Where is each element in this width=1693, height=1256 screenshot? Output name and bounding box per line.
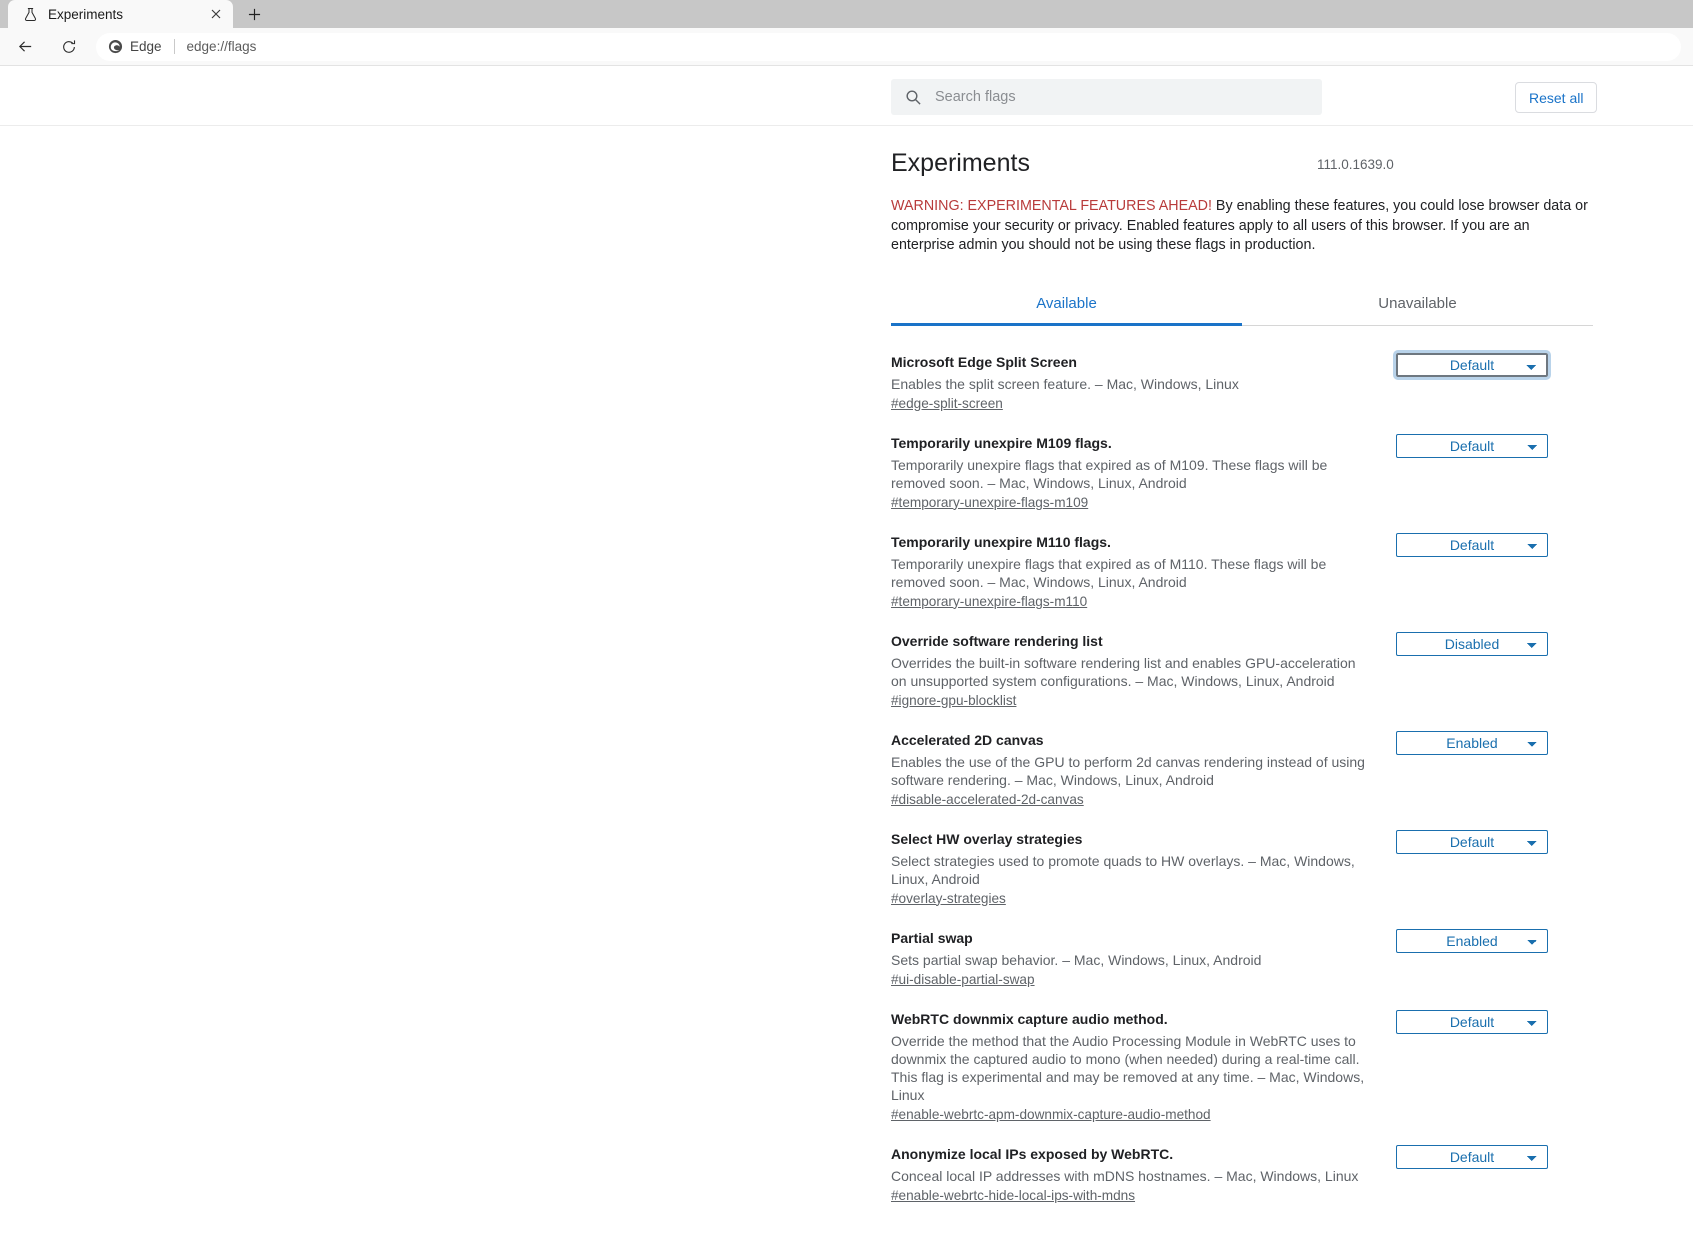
warning-lead: WARNING: EXPERIMENTAL FEATURES AHEAD! [891,198,1212,214]
tab-strip: Experiments [0,0,1693,28]
omnibox-brand-label: Edge [130,39,162,54]
tab-title: Experiments [48,6,124,22]
flag-value-select[interactable]: DefaultEnabledDisabled [1396,532,1548,557]
flag-info: WebRTC downmix capture audio method. Over… [891,1010,1396,1124]
flag-info: Override software rendering list Override… [891,632,1396,710]
omnibox-url: edge://flags [186,39,257,54]
flags-header-bar: Reset all [0,66,1693,126]
flag-info: Select HW overlay strategies Select strat… [891,830,1396,908]
flag-anchor-link[interactable]: #enable-webrtc-apm-downmix-capture-audio… [891,1107,1211,1122]
search-icon [905,89,922,106]
flag-value-select[interactable]: DefaultEnabledDisabled [1396,928,1548,953]
flag-anchor-link[interactable]: #enable-webrtc-hide-local-ips-with-mdns [891,1188,1135,1203]
browser-tab[interactable]: Experiments [8,0,233,28]
flags-content: Experiments 111.0.1639.0 WARNING: EXPERI… [891,126,1593,1205]
flag-name: Temporarily unexpire M109 flags. [891,434,1112,451]
flag-description: Conceal local IP addresses with mDNS hos… [891,1167,1359,1184]
flag-value-select[interactable]: DefaultEnabledDisabled [1396,1009,1548,1034]
reset-all-button[interactable]: Reset all [1515,82,1598,113]
flag-tabs: Available Unavailable [891,284,1593,326]
flag-control: DefaultEnabledDisabled [1396,1009,1548,1034]
reload-icon[interactable] [54,32,84,62]
flag-description: Select strategies used to promote quads … [891,852,1355,887]
search-flags-box[interactable] [891,79,1322,115]
flag-anchor-link[interactable]: #disable-accelerated-2d-canvas [891,792,1084,807]
flag-row: Microsoft Edge Split Screen Enables the s… [891,332,1593,413]
tab-available[interactable]: Available [891,284,1242,326]
close-icon[interactable] [207,5,225,23]
flag-info: Microsoft Edge Split Screen Enables the s… [891,353,1396,413]
back-arrow-icon[interactable] [10,32,40,62]
new-tab-button[interactable] [237,0,271,28]
flag-info: Temporarily unexpire M110 flags. Temporar… [891,533,1396,611]
flag-name: Override software rendering list [891,632,1103,649]
flag-description: Temporarily unexpire flags that expired … [891,456,1328,491]
flag-row: Accelerated 2D canvas Enables the use of … [891,710,1593,809]
flag-description: Sets partial swap behavior. – Mac, Windo… [891,951,1262,968]
flags-page: Reset all Experiments 111.0.1639.0 WARNI… [0,66,1693,1256]
omnibox-divider [173,39,175,54]
flag-control: DefaultEnabledDisabled [1396,928,1548,953]
address-bar[interactable]: Edge edge://flags [96,32,1681,61]
flag-control: DefaultEnabledDisabled [1393,349,1551,380]
flag-description: Temporarily unexpire flags that expired … [891,555,1327,590]
flag-anchor-link[interactable]: #temporary-unexpire-flags-m110 [891,594,1087,609]
flag-name: Accelerated 2D canvas [891,731,1044,748]
flag-name: WebRTC downmix capture audio method. [891,1010,1168,1027]
version-label: 111.0.1639.0 [1316,157,1394,172]
flag-name: Partial swap [891,929,973,946]
browser-chrome: Experiments Edge edge://flags [0,0,1693,66]
edge-logo-icon: Edge [108,39,162,54]
flag-info: Partial swap Sets partial swap behavior. … [891,929,1396,989]
flag-row: Anonymize local IPs exposed by WebRTC. Co… [891,1124,1593,1205]
flag-value-select[interactable]: DefaultEnabledDisabled [1396,1144,1548,1169]
flag-description: Override the method that the Audio Proce… [891,1032,1365,1103]
flag-row: WebRTC downmix capture audio method. Over… [891,989,1593,1124]
flag-anchor-link[interactable]: #overlay-strategies [891,891,1006,906]
flag-control: DefaultEnabledDisabled [1396,730,1548,755]
flag-anchor-link[interactable]: #temporary-unexpire-flags-m109 [891,495,1088,510]
flag-control: DefaultEnabledDisabled [1396,532,1548,557]
flag-info: Anonymize local IPs exposed by WebRTC. Co… [891,1145,1396,1205]
warning-block: WARNING: EXPERIMENTAL FEATURES AHEAD! By… [891,197,1591,256]
flag-value-select[interactable]: DefaultEnabledDisabled [1396,829,1548,854]
flag-name: Anonymize local IPs exposed by WebRTC. [891,1145,1174,1162]
flag-name: Select HW overlay strategies [891,830,1083,847]
flag-name: Temporarily unexpire M110 flags. [891,533,1111,550]
flag-info: Accelerated 2D canvas Enables the use of … [891,731,1396,809]
flag-name: Microsoft Edge Split Screen [891,353,1077,370]
flag-control: DefaultEnabledDisabled [1396,1144,1548,1169]
flask-icon [22,6,38,22]
page-title: Experiments [891,149,1030,177]
flag-description: Enables the use of the GPU to perform 2d… [891,753,1365,788]
flag-anchor-link[interactable]: #ignore-gpu-blocklist [891,693,1016,708]
flag-value-select[interactable]: DefaultEnabledDisabled [1396,631,1548,656]
flag-value-select[interactable]: DefaultEnabledDisabled [1393,349,1551,380]
flag-row: Temporarily unexpire M110 flags. Temporar… [891,512,1593,611]
flag-control: DefaultEnabledDisabled [1396,829,1548,854]
tab-unavailable[interactable]: Unavailable [1242,284,1593,325]
flag-anchor-link[interactable]: #edge-split-screen [891,396,1003,411]
flag-row: Override software rendering list Override… [891,611,1593,710]
browser-toolbar: Edge edge://flags [0,28,1693,66]
flag-list: Microsoft Edge Split Screen Enables the s… [891,332,1593,1205]
flag-row: Temporarily unexpire M109 flags. Temporar… [891,413,1593,512]
flag-info: Temporarily unexpire M109 flags. Temporar… [891,434,1396,512]
flag-anchor-link[interactable]: #ui-disable-partial-swap [891,972,1035,987]
flag-control: DefaultEnabledDisabled [1396,631,1548,656]
search-input[interactable] [935,89,1308,105]
title-row: Experiments 111.0.1639.0 [891,126,1593,178]
flag-row: Partial swap Sets partial swap behavior. … [891,908,1593,989]
flag-row: Select HW overlay strategies Select strat… [891,809,1593,908]
flag-control: DefaultEnabledDisabled [1396,433,1548,458]
flag-description: Enables the split screen feature. – Mac,… [891,375,1239,392]
flag-description: Overrides the built-in software renderin… [891,654,1356,689]
flag-value-select[interactable]: DefaultEnabledDisabled [1396,433,1548,458]
flag-value-select[interactable]: DefaultEnabledDisabled [1396,730,1548,755]
